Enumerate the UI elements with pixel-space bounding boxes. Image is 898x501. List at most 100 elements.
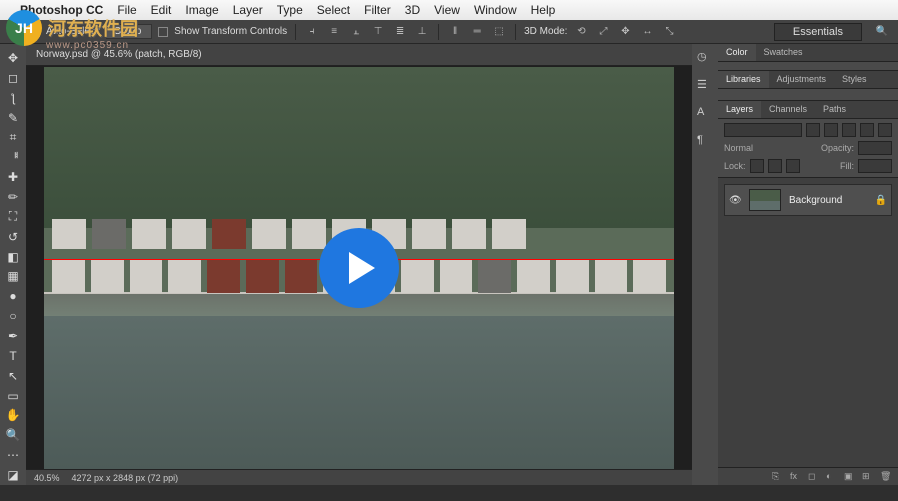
- history-panel-icon[interactable]: ◷: [697, 50, 713, 66]
- new-layer-icon[interactable]: ⊞: [862, 471, 874, 483]
- distribute-spacing-icon[interactable]: ⬚: [491, 24, 507, 40]
- tools-panel: ✥ ◻ ƪ ✎ ⌗ ힿ ✚ ✏ ⛶ ↺ ◧ ▦ ● ○ ✒ T ↖ ▭ ✋ 🔍 …: [0, 44, 26, 485]
- tab-adjustments[interactable]: Adjustments: [769, 71, 835, 88]
- roll-3d-icon[interactable]: ⤢: [595, 24, 611, 40]
- layer-name[interactable]: Background: [789, 195, 867, 206]
- history-brush-tool-icon[interactable]: ↺: [0, 227, 26, 247]
- blend-mode-select[interactable]: Normal: [724, 143, 760, 153]
- dodge-tool-icon[interactable]: ○: [0, 306, 26, 326]
- play-icon: [349, 252, 375, 284]
- lock-icon: 🔒: [875, 195, 887, 206]
- edit-toolbar-icon[interactable]: ⋯: [0, 445, 26, 465]
- move-tool-icon[interactable]: ✥: [0, 48, 26, 68]
- quick-select-tool-icon[interactable]: ✎: [0, 108, 26, 128]
- workspace-switcher[interactable]: Essentials: [774, 23, 862, 41]
- properties-panel-icon[interactable]: ☰: [697, 78, 713, 94]
- menu-view[interactable]: View: [434, 3, 460, 17]
- slide-3d-icon[interactable]: ↔: [639, 24, 655, 40]
- layer-visibility-icon[interactable]: 👁: [729, 195, 741, 206]
- menu-image[interactable]: Image: [185, 3, 218, 17]
- crop-tool-icon[interactable]: ⌗: [0, 127, 26, 147]
- scale-3d-icon[interactable]: ⤡: [661, 24, 677, 40]
- tab-styles[interactable]: Styles: [834, 71, 875, 88]
- pan-3d-icon[interactable]: ✥: [617, 24, 633, 40]
- new-fill-layer-icon[interactable]: ◐: [826, 471, 838, 483]
- layers-list: 👁 Background 🔒: [718, 178, 898, 467]
- align-left-icon[interactable]: ⫞: [304, 24, 320, 40]
- lock-position-icon[interactable]: [768, 159, 782, 173]
- filter-pixel-icon[interactable]: [806, 123, 820, 137]
- zoom-level[interactable]: 40.5%: [34, 473, 60, 483]
- divider: [438, 24, 439, 40]
- menu-window[interactable]: Window: [474, 3, 517, 17]
- fill-label: Fill:: [840, 161, 854, 171]
- lock-all-icon[interactable]: [786, 159, 800, 173]
- menu-layer[interactable]: Layer: [233, 3, 263, 17]
- canvas[interactable]: [26, 66, 692, 469]
- gradient-tool-icon[interactable]: ▦: [0, 266, 26, 286]
- layers-options: Normal Opacity: Lock: Fill:: [718, 119, 898, 178]
- play-button[interactable]: [319, 228, 399, 308]
- distribute-h-icon[interactable]: ‖: [447, 24, 463, 40]
- tab-libraries[interactable]: Libraries: [718, 71, 769, 88]
- fg-bg-colors-icon[interactable]: ◪: [0, 465, 26, 485]
- divider: [515, 24, 516, 40]
- filter-adjust-icon[interactable]: [824, 123, 838, 137]
- tab-paths[interactable]: Paths: [815, 101, 854, 118]
- new-group-icon[interactable]: ▣: [844, 471, 856, 483]
- tab-swatches[interactable]: Swatches: [756, 44, 811, 61]
- filter-shape-icon[interactable]: [860, 123, 874, 137]
- opacity-label: Opacity:: [821, 143, 854, 153]
- menu-filter[interactable]: Filter: [364, 3, 391, 17]
- spot-heal-tool-icon[interactable]: ✚: [0, 167, 26, 187]
- zoom-tool-icon[interactable]: 🔍: [0, 425, 26, 445]
- color-panel-body: [718, 62, 898, 71]
- opacity-input[interactable]: [858, 141, 892, 155]
- align-bottom-icon[interactable]: ⊥: [414, 24, 430, 40]
- align-center-h-icon[interactable]: ≡: [326, 24, 342, 40]
- lasso-tool-icon[interactable]: ƪ: [0, 88, 26, 108]
- type-tool-icon[interactable]: T: [0, 346, 26, 366]
- tab-channels[interactable]: Channels: [761, 101, 815, 118]
- eyedropper-tool-icon[interactable]: ힿ: [0, 147, 26, 167]
- layer-mask-icon[interactable]: ◻: [808, 471, 820, 483]
- delete-layer-icon[interactable]: 🗑: [880, 471, 892, 483]
- filter-type-icon[interactable]: [842, 123, 856, 137]
- rectangle-tool-icon[interactable]: ▭: [0, 386, 26, 406]
- layer-item-background[interactable]: 👁 Background 🔒: [724, 184, 892, 216]
- mode-3d-label: 3D Mode:: [524, 26, 567, 37]
- document-info[interactable]: 4272 px x 2848 px (72 ppi): [72, 473, 179, 483]
- tab-layers[interactable]: Layers: [718, 101, 761, 118]
- menu-edit[interactable]: Edit: [151, 3, 172, 17]
- hand-tool-icon[interactable]: ✋: [0, 405, 26, 425]
- filter-smart-icon[interactable]: [878, 123, 892, 137]
- marquee-tool-icon[interactable]: ◻: [0, 68, 26, 88]
- transform-controls-checkbox[interactable]: [158, 27, 168, 37]
- search-icon[interactable]: 🔍: [874, 24, 890, 40]
- brush-tool-icon[interactable]: ✏: [0, 187, 26, 207]
- distribute-v-icon[interactable]: ═: [469, 24, 485, 40]
- menu-3d[interactable]: 3D: [405, 3, 420, 17]
- layer-filter-type[interactable]: [724, 123, 802, 137]
- menu-type[interactable]: Type: [277, 3, 303, 17]
- menu-help[interactable]: Help: [531, 3, 556, 17]
- path-select-tool-icon[interactable]: ↖: [0, 366, 26, 386]
- link-layers-icon[interactable]: ⎘: [772, 471, 784, 483]
- align-top-icon[interactable]: ⊤: [370, 24, 386, 40]
- tab-color[interactable]: Color: [718, 44, 756, 61]
- clone-stamp-tool-icon[interactable]: ⛶: [0, 207, 26, 227]
- blur-tool-icon[interactable]: ●: [0, 286, 26, 306]
- lock-pixels-icon[interactable]: [750, 159, 764, 173]
- character-panel-icon[interactable]: A: [697, 106, 713, 122]
- panel-tabs-color: Color Swatches: [718, 44, 898, 62]
- eraser-tool-icon[interactable]: ◧: [0, 247, 26, 267]
- layer-thumbnail[interactable]: [749, 189, 781, 211]
- fill-input[interactable]: [858, 159, 892, 173]
- menu-select[interactable]: Select: [317, 3, 350, 17]
- pen-tool-icon[interactable]: ✒: [0, 326, 26, 346]
- paragraph-panel-icon[interactable]: ¶: [697, 134, 713, 150]
- layer-style-icon[interactable]: fx: [790, 471, 802, 483]
- align-right-icon[interactable]: ⫠: [348, 24, 364, 40]
- align-center-v-icon[interactable]: ≣: [392, 24, 408, 40]
- orbit-3d-icon[interactable]: ⟲: [573, 24, 589, 40]
